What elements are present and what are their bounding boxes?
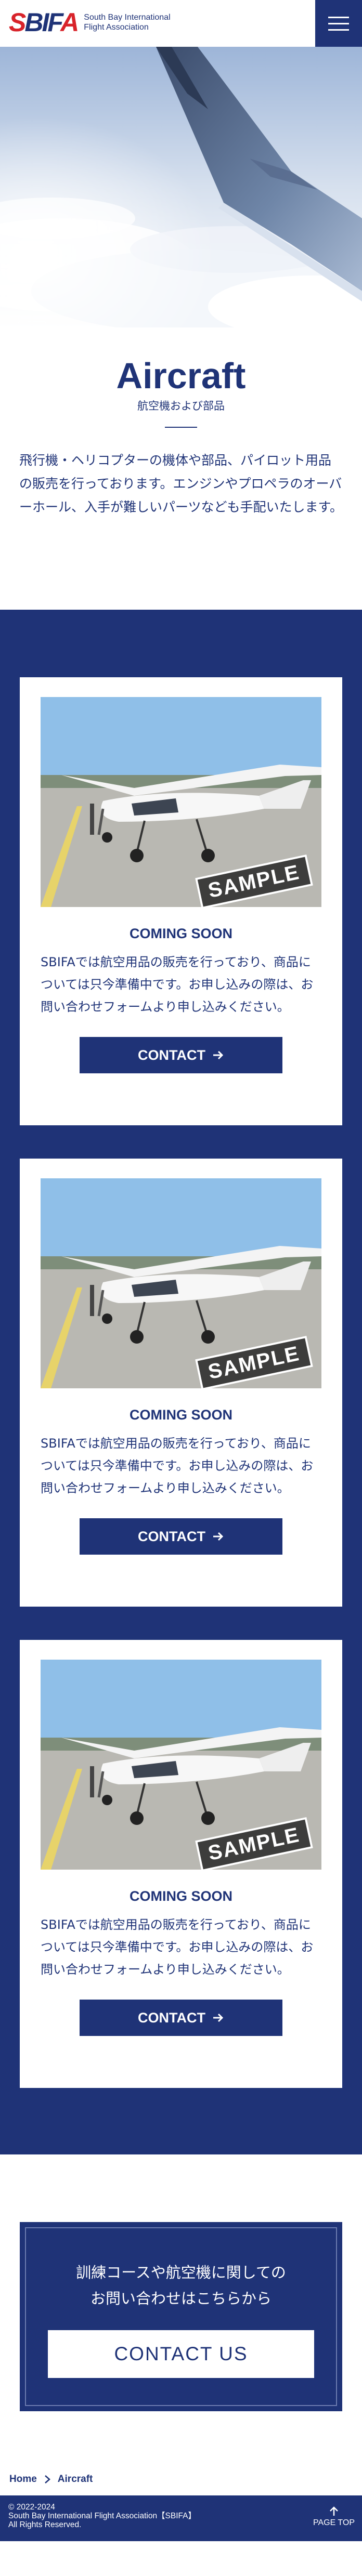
- footer-org-name: South Bay International Flight Associati…: [8, 2512, 196, 2520]
- menu-icon-bar: [328, 22, 349, 24]
- hero-image: [0, 47, 362, 327]
- arrow-up-icon: [330, 2506, 338, 2516]
- chevron-right-icon: [44, 2475, 50, 2483]
- contact-banner-frame: 訓練コースや航空機に関しての お問い合わせはこちらから CONTACT US: [25, 2227, 337, 2406]
- contact-banner-line-2: お問い合わせはこちらから: [90, 2290, 272, 2307]
- product-image: SAMPLE: [41, 697, 321, 907]
- arrow-right-icon: [213, 2013, 224, 2022]
- contact-button[interactable]: CONTACT: [80, 2000, 282, 2036]
- arrow-right-icon: [213, 1050, 224, 1060]
- product-card: SAMPLE COMING SOON SBIFAでは航空用品の販売を行っており、…: [20, 1159, 342, 1607]
- contact-button-label: CONTACT: [138, 1047, 205, 1063]
- product-heading: COMING SOON: [129, 1407, 232, 1423]
- site-header: SBIFA South Bay International Flight Ass…: [0, 0, 362, 47]
- page-subtitle: 航空機および部品: [137, 400, 225, 412]
- contact-button-label: CONTACT: [138, 1528, 205, 1544]
- product-image: SAMPLE: [41, 1178, 321, 1388]
- footer-copyright: © 2022-2024: [8, 2503, 55, 2512]
- logo-mark: SBIFA: [9, 8, 79, 37]
- contact-button[interactable]: CONTACT: [80, 1518, 282, 1555]
- contact-banner: 訓練コースや航空機に関しての お問い合わせはこちらから CONTACT US: [20, 2222, 342, 2411]
- contact-button-label: CONTACT: [138, 2009, 205, 2026]
- contact-banner-section: 訓練コースや航空機に関しての お問い合わせはこちらから CONTACT US: [0, 2154, 362, 2463]
- products-section: SAMPLE COMING SOON SBIFAでは航空用品の販売を行っており、…: [0, 610, 362, 2154]
- product-description: SBIFAでは航空用品の販売を行っており、商品については只今準備中です。お申し込…: [41, 1917, 314, 1977]
- breadcrumb: Home Aircraft: [0, 2463, 362, 2495]
- hamburger-menu-button[interactable]: [315, 0, 362, 47]
- contact-banner-line-1: 訓練コースや航空機に関しての: [76, 2264, 286, 2281]
- page-top-label: PAGE TOP: [313, 2518, 355, 2527]
- product-description: SBIFAでは航空用品の販売を行っており、商品については只今準備中です。お申し込…: [41, 1436, 314, 1495]
- page-title: Aircraft: [116, 356, 246, 396]
- product-heading: COMING SOON: [129, 1888, 232, 1904]
- logo-org-line-2: Flight Association: [84, 23, 149, 32]
- menu-icon-bar: [328, 29, 349, 31]
- site-footer: © 2022-2024 South Bay International Flig…: [0, 2495, 362, 2541]
- breadcrumb-home-link[interactable]: Home: [9, 2474, 37, 2485]
- logo-org-name: South Bay International Flight Associati…: [84, 12, 170, 32]
- breadcrumb-current: Aircraft: [57, 2474, 93, 2485]
- contact-button[interactable]: CONTACT: [80, 1037, 282, 1073]
- contact-us-button[interactable]: CONTACT US: [48, 2330, 314, 2378]
- product-image: SAMPLE: [41, 1660, 321, 1870]
- page-top-button[interactable]: PAGE TOP: [313, 2506, 355, 2527]
- airplane-wing-illustration: [0, 47, 362, 327]
- menu-icon-bar: [328, 16, 349, 18]
- page-title-section: Aircraft 航空機および部品: [0, 327, 362, 428]
- product-heading: COMING SOON: [129, 926, 232, 941]
- product-card: SAMPLE COMING SOON SBIFAでは航空用品の販売を行っており、…: [20, 677, 342, 1125]
- intro-text: 飛行機・ヘリコプターの機体や部品、パイロット用品の販売を行っております。エンジン…: [19, 453, 343, 515]
- logo-org-line-1: South Bay International: [84, 13, 171, 22]
- logo[interactable]: SBIFA South Bay International Flight Ass…: [9, 9, 171, 35]
- footer-rights: All Rights Reserved.: [8, 2520, 82, 2529]
- arrow-right-icon: [213, 1532, 224, 1541]
- product-description: SBIFAでは航空用品の販売を行っており、商品については只今準備中です。お申し込…: [41, 955, 314, 1014]
- product-card: SAMPLE COMING SOON SBIFAでは航空用品の販売を行っており、…: [20, 1640, 342, 2088]
